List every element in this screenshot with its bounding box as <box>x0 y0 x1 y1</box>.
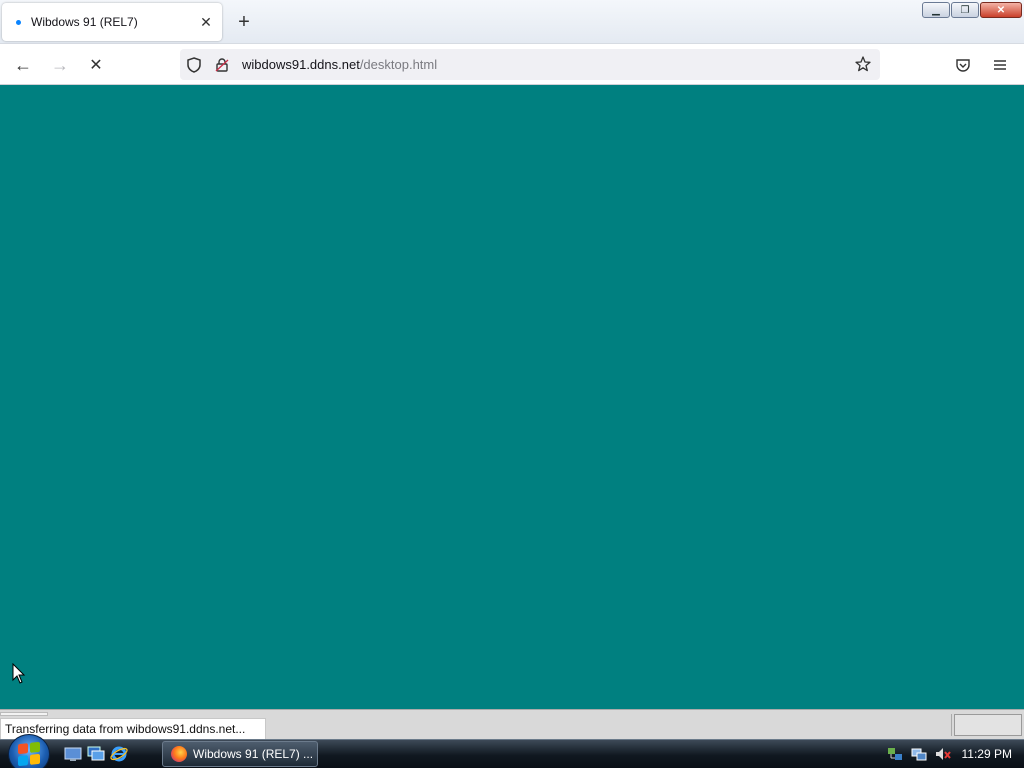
volume-muted-icon[interactable] <box>934 745 952 763</box>
windows-logo-icon <box>18 741 40 767</box>
bookmark-star-icon[interactable] <box>852 53 874 75</box>
internet-explorer-icon[interactable] <box>110 745 128 763</box>
network-icon[interactable] <box>886 745 904 763</box>
url-text[interactable]: wibdows91.ddns.net/desktop.html <box>242 57 437 72</box>
system-tray: 11:29 PM <box>886 740 1024 768</box>
loading-dot-icon <box>16 19 21 25</box>
browser-tab[interactable]: Wibdows 91 (REL7) ✕ <box>2 3 222 41</box>
stop-loading-button[interactable]: ✕ <box>83 52 109 78</box>
close-window-button[interactable]: ✕ <box>980 2 1022 18</box>
site-info-icon[interactable] <box>208 57 236 73</box>
switch-windows-icon[interactable] <box>87 745 105 763</box>
taskbar-clock[interactable]: 11:29 PM <box>962 747 1012 761</box>
url-bar[interactable]: wibdows91.ddns.net/desktop.html <box>180 49 880 80</box>
browser-tab-strip: Wibdows 91 (REL7) ✕ + ▁ ❐ ✕ <box>0 0 1024 44</box>
tab-close-icon[interactable]: ✕ <box>194 10 218 34</box>
status-panel <box>954 714 1022 736</box>
shield-icon[interactable] <box>180 56 208 73</box>
firefox-icon <box>171 746 187 762</box>
taskbar: Wibdows 91 (REL7) ... 11:29 PM <box>0 734 1024 768</box>
url-host: wibdows91.ddns.net <box>242 57 360 72</box>
network-status-icon[interactable] <box>910 745 928 763</box>
new-tab-button[interactable]: + <box>232 10 256 34</box>
navigation-toolbar: ← → ✕ wibdows91.ddns.net/desktop.html <box>0 44 1024 85</box>
pocket-icon[interactable] <box>950 52 976 78</box>
status-bar: Transferring data from wibdows91.ddns.ne… <box>0 709 1024 740</box>
mouse-cursor-icon <box>12 663 26 684</box>
window-controls: ▁ ❐ ✕ <box>922 2 1022 18</box>
page-content[interactable] <box>0 85 1024 709</box>
tab-title: Wibdows 91 (REL7) <box>31 15 138 29</box>
start-button[interactable] <box>8 734 50 768</box>
show-desktop-icon[interactable] <box>64 745 82 763</box>
status-progress-strip <box>0 712 48 716</box>
task-button-label: Wibdows 91 (REL7) ... <box>193 747 314 761</box>
status-divider <box>951 714 952 736</box>
restore-button[interactable]: ❐ <box>951 2 979 18</box>
url-path: /desktop.html <box>359 57 438 72</box>
minimize-button[interactable]: ▁ <box>922 2 950 18</box>
hamburger-menu-icon[interactable] <box>987 52 1013 78</box>
firefox-task-button[interactable]: Wibdows 91 (REL7) ... <box>162 741 318 767</box>
forward-button[interactable]: → <box>47 52 73 78</box>
back-button[interactable]: ← <box>10 52 36 78</box>
